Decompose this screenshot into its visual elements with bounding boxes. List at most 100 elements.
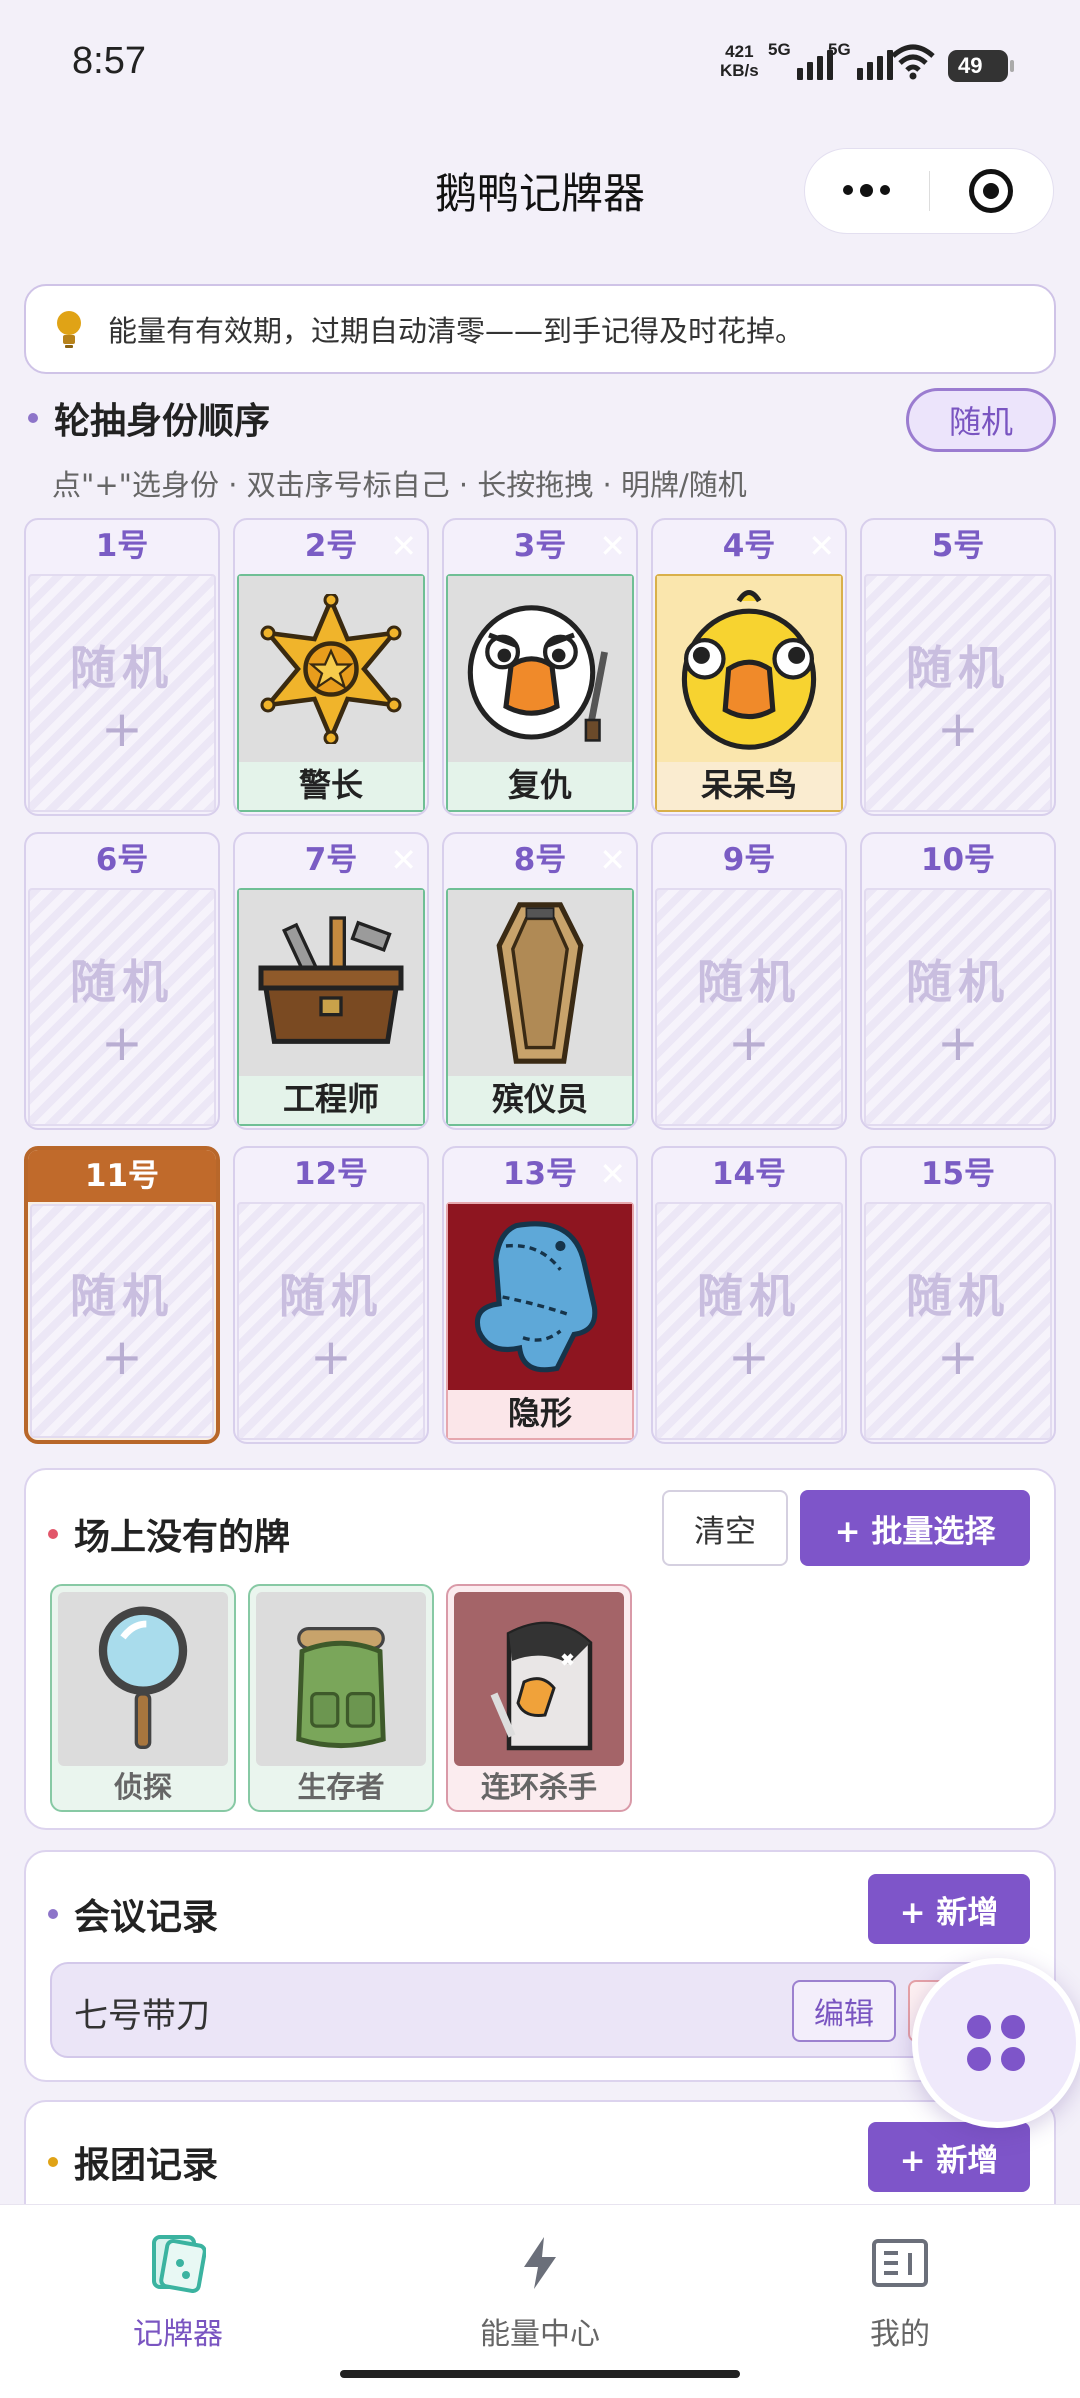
- clear-button[interactable]: 清空: [662, 1490, 788, 1566]
- seat-2[interactable]: 2号 ✕ 警长: [233, 518, 429, 816]
- magnifier-icon: [58, 1592, 228, 1766]
- seat-grid: 1号 随机 + 2号 ✕ 警长 3号 ✕ 复仇 4号 ✕ 呆呆鸟 5号 随机 +…: [24, 518, 1056, 1444]
- remove-role-icon[interactable]: ✕: [390, 840, 417, 880]
- seat-15[interactable]: 15号 随机 +: [860, 1146, 1056, 1444]
- seat-empty-slot[interactable]: 随机 +: [864, 1202, 1052, 1440]
- add-role-icon[interactable]: +: [101, 1018, 143, 1068]
- add-meeting-button[interactable]: + 新增: [868, 1874, 1030, 1944]
- remove-role-icon[interactable]: ✕: [599, 840, 626, 880]
- sheriff-star-icon: [239, 576, 423, 762]
- tab-card-counter[interactable]: 记牌器: [78, 2231, 278, 2353]
- tab-mine[interactable]: 我的: [800, 2231, 1000, 2353]
- miniprogram-capsule: [804, 148, 1054, 234]
- seat-14[interactable]: 14号 随机 +: [651, 1146, 847, 1444]
- seat-1[interactable]: 1号 随机 +: [24, 518, 220, 816]
- seat-random-label: 随机: [906, 641, 1010, 695]
- more-options-icon[interactable]: [805, 184, 929, 197]
- absent-card-detective[interactable]: ✕ 侦探: [50, 1584, 236, 1812]
- seat-empty-slot[interactable]: 随机 +: [28, 574, 216, 812]
- home-indicator[interactable]: [340, 2370, 740, 2378]
- seat-4[interactable]: 4号 ✕ 呆呆鸟: [651, 518, 847, 816]
- signal-1-icon: 5G: [768, 40, 833, 80]
- remove-role-icon[interactable]: ✕: [599, 1154, 626, 1194]
- seat-number[interactable]: 15号: [862, 1148, 1054, 1200]
- absent-card-survivor[interactable]: ✕ 生存者: [248, 1584, 434, 1812]
- seat-empty-slot[interactable]: 随机 +: [655, 888, 843, 1126]
- seat-empty-slot[interactable]: 随机 +: [28, 888, 216, 1126]
- add-role-icon[interactable]: +: [937, 1332, 979, 1382]
- backpack-icon: [256, 1592, 426, 1766]
- seat-random-label: 随机: [697, 1269, 801, 1323]
- add-role-icon[interactable]: +: [728, 1332, 770, 1382]
- dodo-duck-icon: [657, 576, 841, 762]
- tab-label: 记牌器: [133, 2317, 223, 2352]
- role-card-engineer[interactable]: 工程师: [237, 888, 425, 1126]
- add-role-icon[interactable]: +: [101, 1332, 143, 1382]
- remove-role-icon[interactable]: ✕: [390, 526, 417, 566]
- wifi-icon: [890, 44, 936, 84]
- absent-card-serial-killer[interactable]: ✕ 连环杀手: [446, 1584, 632, 1812]
- role-card-avenger[interactable]: 复仇: [446, 574, 634, 812]
- add-team-button[interactable]: + 新增: [868, 2122, 1030, 2192]
- role-card-dodo[interactable]: 呆呆鸟: [655, 574, 843, 812]
- killer-goose-icon: [454, 1592, 624, 1766]
- add-role-icon[interactable]: +: [937, 704, 979, 754]
- seat-number[interactable]: 9号: [653, 834, 845, 886]
- add-role-icon[interactable]: +: [310, 1332, 352, 1382]
- seat-5[interactable]: 5号 随机 +: [860, 518, 1056, 816]
- role-card-invisible[interactable]: 隐形: [446, 1202, 634, 1440]
- coffin-icon: [448, 890, 632, 1076]
- remove-role-icon[interactable]: ✕: [599, 526, 626, 566]
- cards-icon: [78, 2231, 278, 2295]
- signal-1-label: 5G: [768, 40, 791, 59]
- seat-9[interactable]: 9号 随机 +: [651, 832, 847, 1130]
- add-role-icon[interactable]: +: [937, 1018, 979, 1068]
- seat-number[interactable]: 10号: [862, 834, 1054, 886]
- seat-3[interactable]: 3号 ✕ 复仇: [442, 518, 638, 816]
- seat-number[interactable]: 12号: [235, 1148, 427, 1200]
- section-dot: [28, 413, 38, 423]
- seat-random-label: 随机: [70, 1269, 174, 1323]
- seat-number[interactable]: 5号: [862, 520, 1054, 572]
- add-role-icon[interactable]: +: [101, 704, 143, 754]
- meeting-row: 七号带刀 编辑 删除: [50, 1962, 1030, 2058]
- meeting-note-text: 七号带刀: [74, 1996, 210, 2036]
- section-dot: [48, 1529, 58, 1539]
- role-name: 隐形: [448, 1390, 632, 1438]
- role-card-undertaker[interactable]: 殡仪员: [446, 888, 634, 1126]
- tab-energy-center[interactable]: 能量中心: [440, 2231, 640, 2353]
- tab-label: 我的: [870, 2317, 930, 2352]
- seat-6[interactable]: 6号 随机 +: [24, 832, 220, 1130]
- seat-random-label: 随机: [697, 955, 801, 1009]
- seat-empty-slot[interactable]: 随机 +: [30, 1204, 214, 1438]
- section-title-absent: 场上没有的牌: [48, 1508, 290, 1560]
- close-miniprogram-icon[interactable]: [929, 169, 1053, 213]
- role-card-sheriff[interactable]: 警长: [237, 574, 425, 812]
- energy-tip-banner: 能量有有效期，过期自动清零——到手记得及时花掉。: [24, 284, 1056, 374]
- seat-number[interactable]: 11号: [28, 1150, 216, 1202]
- seat-8[interactable]: 8号 ✕ 殡仪员: [442, 832, 638, 1130]
- seat-empty-slot[interactable]: 随机 +: [864, 888, 1052, 1126]
- tab-label: 能量中心: [480, 2317, 600, 2352]
- seat-12[interactable]: 12号 随机 +: [233, 1146, 429, 1444]
- remove-role-icon[interactable]: ✕: [808, 526, 835, 566]
- randomize-button[interactable]: 随机: [906, 388, 1056, 452]
- floating-menu-button[interactable]: [912, 1958, 1080, 2128]
- edit-button[interactable]: 编辑: [792, 1980, 896, 2042]
- seat-number[interactable]: 1号: [26, 520, 218, 572]
- lightbulb-icon: [56, 309, 82, 349]
- signal-2-label: 5G: [828, 40, 851, 59]
- batch-select-button[interactable]: + 批量选择: [800, 1490, 1030, 1566]
- add-role-icon[interactable]: +: [728, 1018, 770, 1068]
- seat-11-self[interactable]: 11号 随机 +: [24, 1146, 220, 1444]
- seat-number[interactable]: 6号: [26, 834, 218, 886]
- seat-empty-slot[interactable]: 随机 +: [237, 1202, 425, 1440]
- seat-empty-slot[interactable]: 随机 +: [864, 574, 1052, 812]
- seat-empty-slot[interactable]: 随机 +: [655, 1202, 843, 1440]
- seat-13[interactable]: 13号 ✕ 隐形: [442, 1146, 638, 1444]
- seat-7[interactable]: 7号 ✕ 工程师: [233, 832, 429, 1130]
- role-name: 警长: [239, 762, 423, 810]
- seat-number[interactable]: 14号: [653, 1148, 845, 1200]
- seat-random-label: 随机: [906, 1269, 1010, 1323]
- seat-10[interactable]: 10号 随机 +: [860, 832, 1056, 1130]
